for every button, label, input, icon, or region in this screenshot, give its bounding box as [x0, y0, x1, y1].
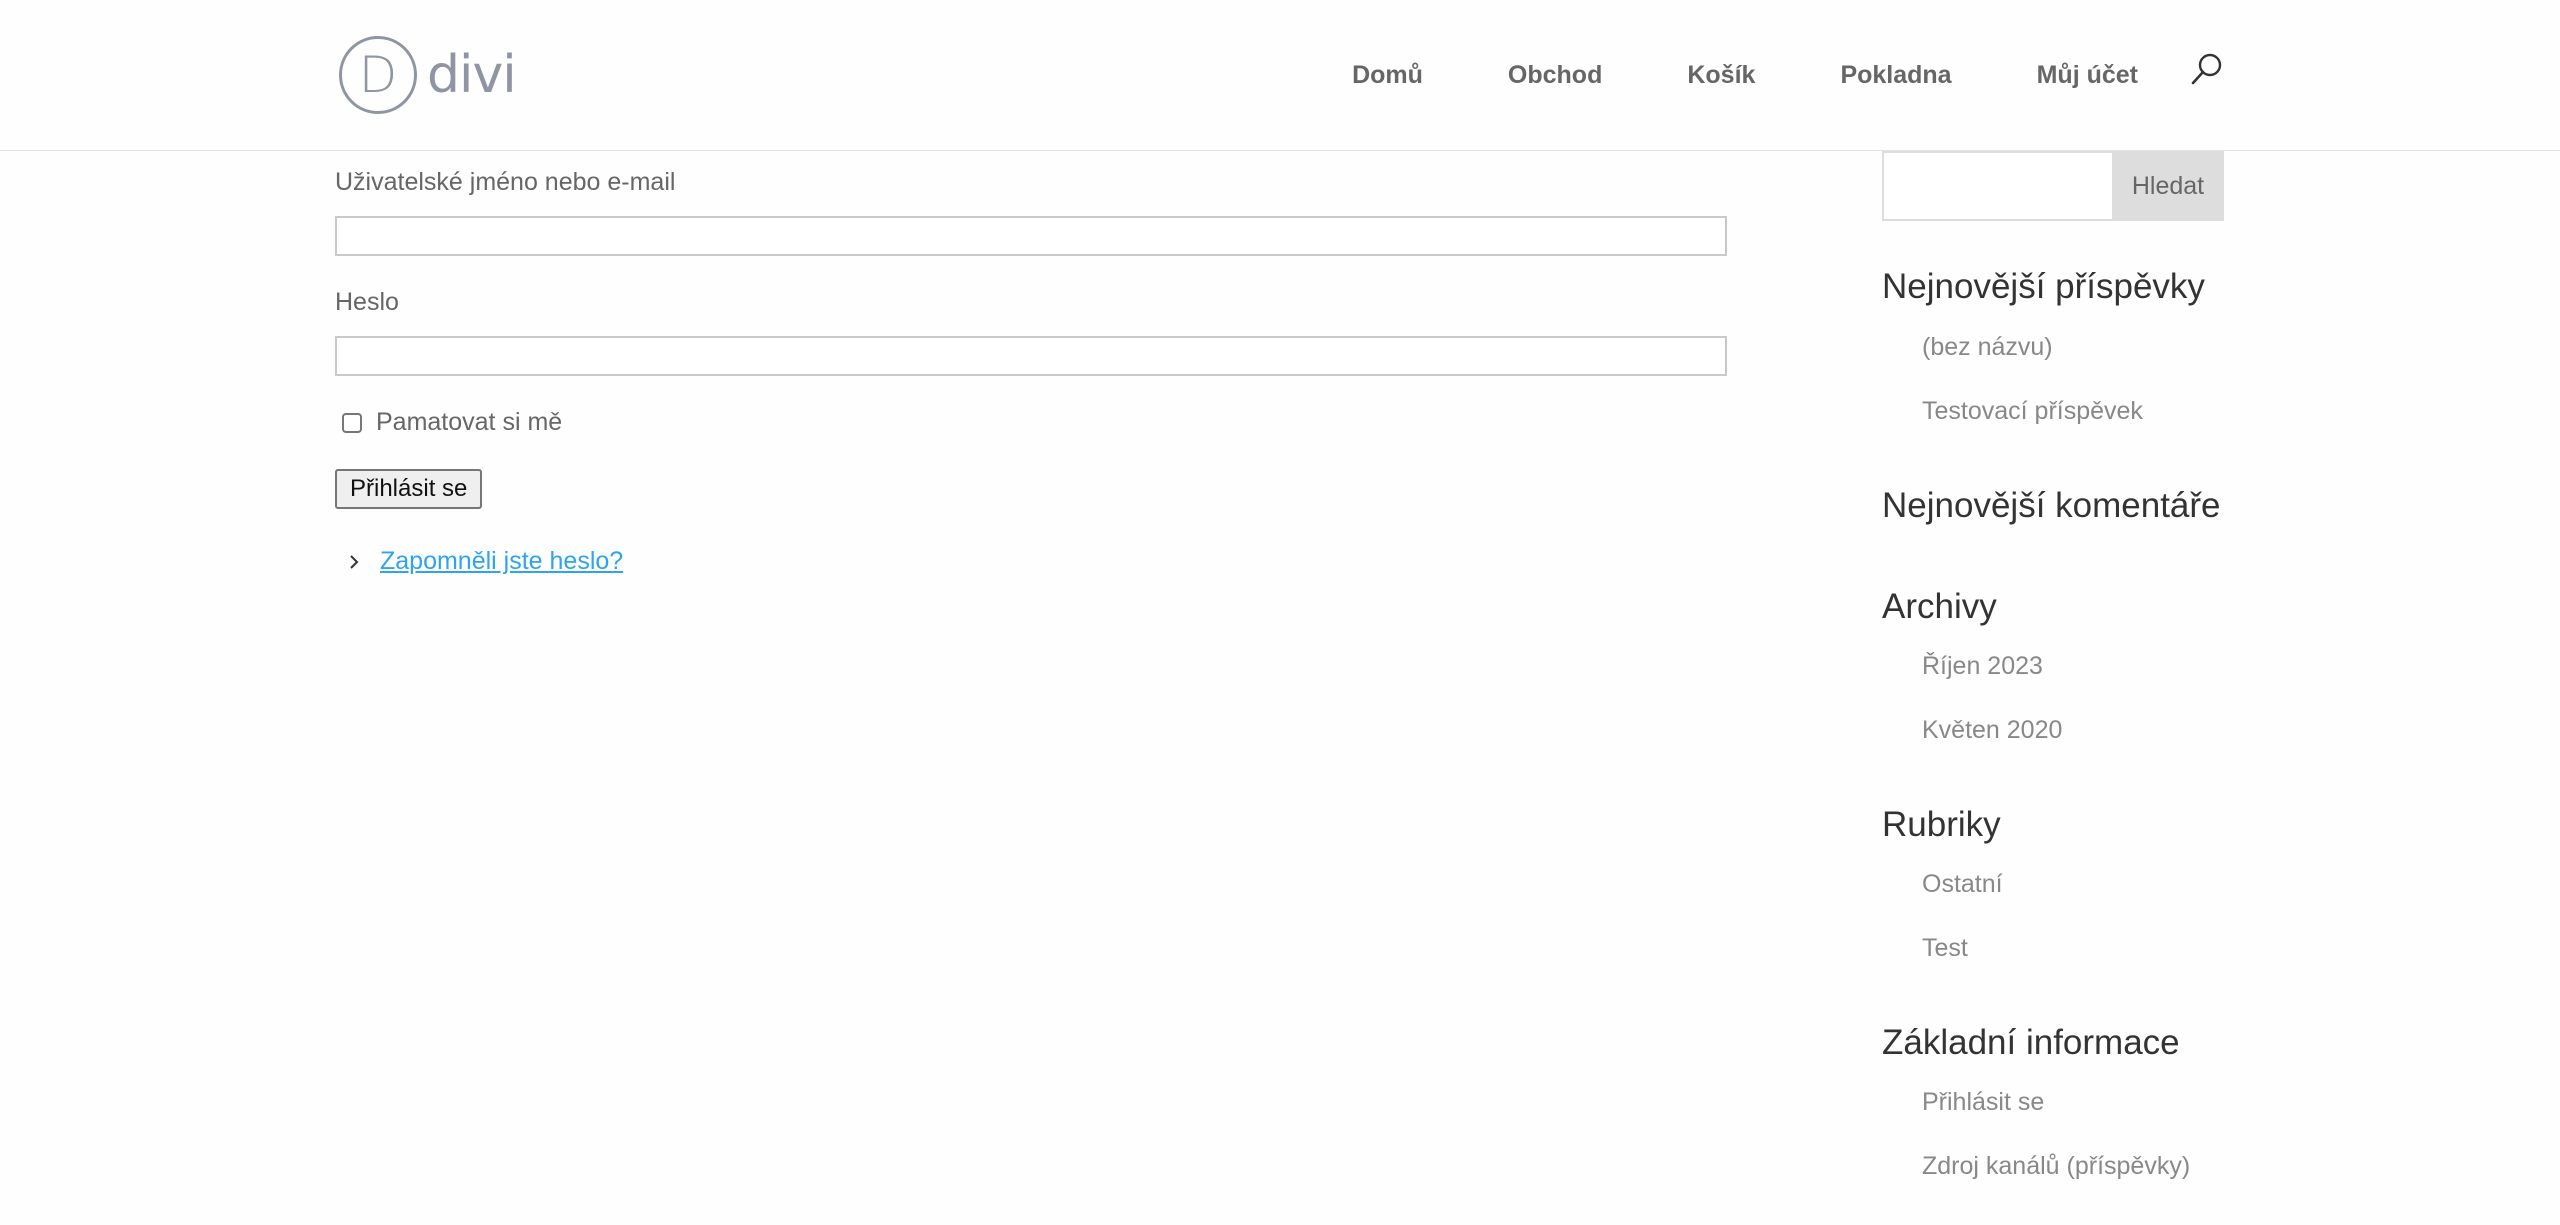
chevron-right-icon — [350, 554, 359, 569]
sidebar-search: Hledat — [1882, 151, 2224, 221]
sidebar-search-input[interactable] — [1882, 151, 2114, 221]
site-header: D divi Domů Obchod Košík Pokladna Můj úč… — [0, 0, 2560, 151]
archive-link[interactable]: Říjen 2023 — [1922, 652, 2043, 681]
meta-link[interactable]: Přihlásit se — [1922, 1088, 2044, 1117]
sidebar-search-button[interactable]: Hledat — [2112, 151, 2224, 221]
logo-mark: D — [339, 36, 417, 114]
lost-password-link[interactable]: Zapomněli jste heslo? — [380, 547, 623, 576]
site-logo[interactable]: D divi — [339, 36, 517, 114]
category-link[interactable]: Test — [1922, 934, 1968, 963]
nav-item-checkout[interactable]: Pokladna — [1840, 61, 1951, 90]
nav-item-cart[interactable]: Košík — [1687, 61, 1755, 90]
login-button[interactable]: Přihlásit se — [335, 469, 483, 509]
recent-comments-title: Nejnovější komentáře — [1882, 486, 2221, 525]
nav-item-home[interactable]: Domů — [1352, 61, 1423, 90]
nav-item-my-account[interactable]: Můj účet — [2037, 61, 2138, 90]
meta-link[interactable]: Zdroj kanálů (příspěvky) — [1922, 1152, 2190, 1181]
meta-title: Základní informace — [1882, 1023, 2180, 1062]
search-icon[interactable] — [2190, 52, 2224, 86]
recent-posts-title: Nejnovější příspěvky — [1882, 267, 2205, 306]
recent-post-link[interactable]: (bez názvu) — [1922, 333, 2053, 362]
remember-label: Pamatovat si mě — [376, 408, 563, 436]
username-field[interactable] — [335, 216, 1727, 256]
categories-title: Rubriky — [1882, 805, 2001, 844]
lost-password: Zapomněli jste heslo? — [345, 547, 623, 576]
recent-post-link[interactable]: Testovací příspěvek — [1922, 397, 2143, 426]
remember-me[interactable]: Pamatovat si mě — [342, 408, 562, 437]
password-label: Heslo — [335, 288, 399, 316]
nav-item-shop[interactable]: Obchod — [1508, 61, 1602, 90]
remember-checkbox[interactable] — [342, 412, 362, 433]
archive-link[interactable]: Květen 2020 — [1922, 716, 2062, 745]
category-link[interactable]: Ostatní — [1922, 870, 2003, 899]
password-field[interactable] — [335, 336, 1727, 376]
username-label: Uživatelské jméno nebo e-mail — [335, 168, 676, 196]
archives-title: Archivy — [1882, 587, 1997, 626]
logo-text: divi — [427, 45, 517, 105]
main-nav: Domů Obchod Košík Pokladna Můj účet — [1352, 53, 2224, 92]
